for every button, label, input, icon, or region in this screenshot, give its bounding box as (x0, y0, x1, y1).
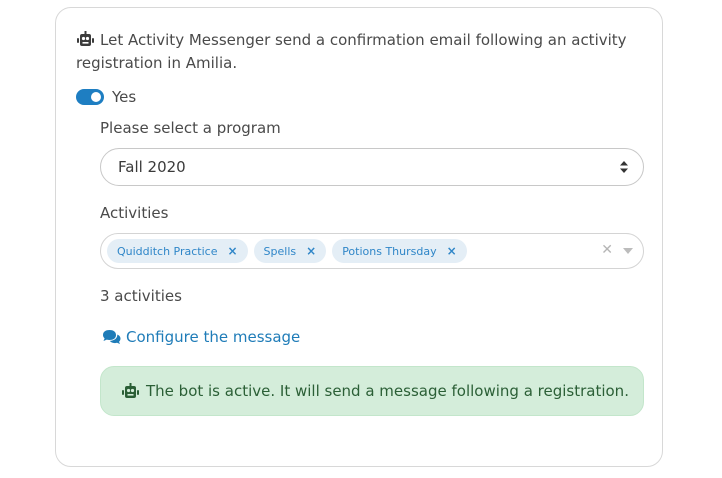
configure-message-link[interactable]: Configure the message (102, 328, 300, 346)
configure-message-label: Configure the message (126, 328, 301, 346)
caret-down-icon[interactable] (623, 248, 633, 254)
clear-icon[interactable]: ✕ (601, 242, 613, 258)
activity-chip: Quidditch Practice × (107, 239, 248, 263)
activities-multiselect[interactable]: Quidditch Practice × Spells × Potions Th… (100, 233, 644, 269)
chip-label: Potions Thursday (342, 244, 437, 258)
chip-label: Spells (263, 244, 297, 258)
comments-icon (103, 330, 121, 344)
alert-text: The bot is active. It will send a messag… (146, 382, 629, 400)
remove-chip-icon[interactable]: × (306, 244, 316, 258)
enable-toggle[interactable] (76, 89, 104, 105)
enable-toggle-row: Yes (76, 87, 136, 107)
remove-chip-icon[interactable]: × (227, 244, 237, 258)
intro-text: Let Activity Messenger send a confirmati… (76, 31, 627, 72)
activity-chip: Spells × (253, 239, 327, 263)
activity-chip: Potions Thursday × (332, 239, 467, 263)
sort-icon (620, 161, 628, 173)
robot-icon (122, 383, 139, 398)
bot-active-alert: The bot is active. It will send a messag… (100, 366, 644, 416)
remove-chip-icon[interactable]: × (447, 244, 457, 258)
toggle-label: Yes (112, 88, 137, 106)
activities-label: Activities (100, 204, 169, 222)
chip-label: Quidditch Practice (117, 244, 218, 258)
activities-count: 3 activities (100, 287, 182, 305)
intro-text-block: Let Activity Messenger send a confirmati… (76, 29, 636, 75)
robot-icon (77, 31, 94, 46)
program-select[interactable]: Fall 2020 (100, 148, 644, 186)
toggle-knob (91, 92, 101, 102)
program-selected-value: Fall 2020 (118, 158, 186, 176)
program-label: Please select a program (100, 119, 281, 137)
settings-card: Let Activity Messenger send a confirmati… (55, 7, 663, 467)
